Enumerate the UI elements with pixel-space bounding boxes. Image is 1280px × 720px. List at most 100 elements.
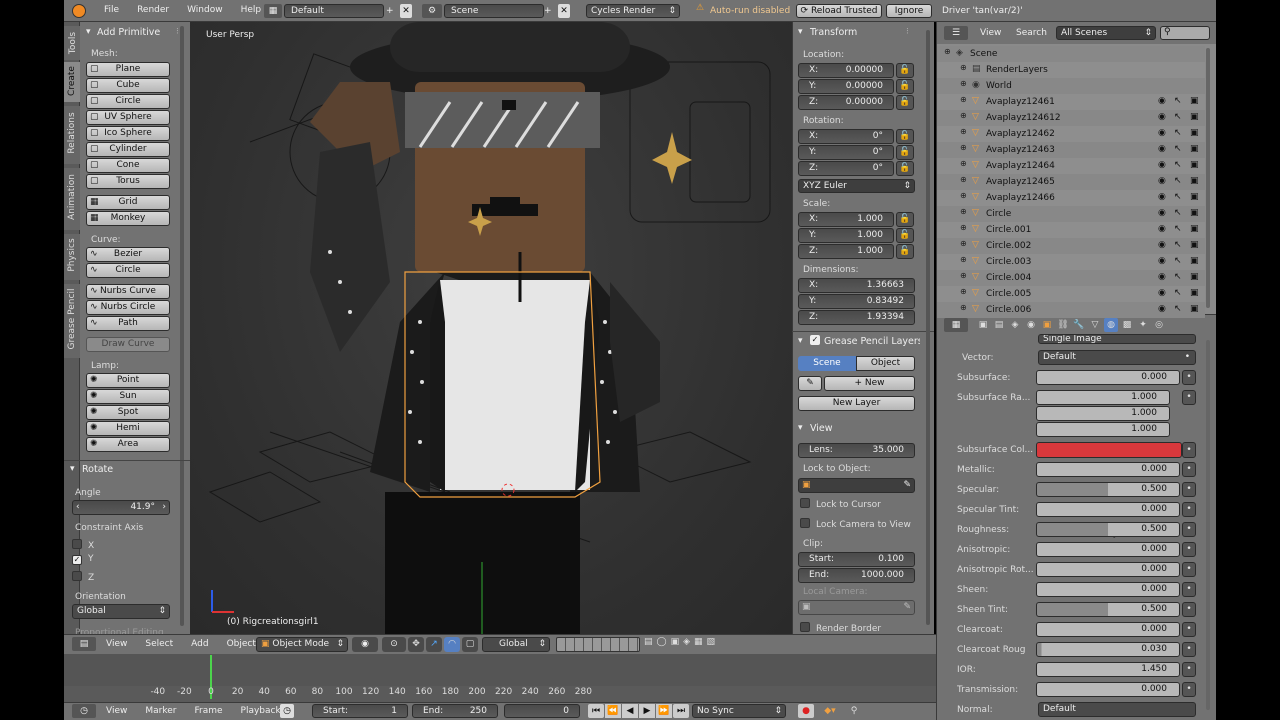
dot-icon[interactable]: • bbox=[1182, 642, 1196, 657]
tab-animation[interactable]: Animation bbox=[64, 168, 80, 230]
visibility-eye-icon[interactable]: ◉ bbox=[1158, 240, 1166, 250]
render-engine-select[interactable]: Cycles Render ⇕ bbox=[586, 4, 680, 18]
render-camera-icon[interactable]: ▣ bbox=[1190, 224, 1199, 234]
clip-start-field[interactable]: Start: 0.100 bbox=[798, 552, 915, 567]
timeline-menu-view[interactable]: View bbox=[106, 706, 127, 716]
outliner-scrollbar[interactable] bbox=[1206, 48, 1210, 308]
specular-slider[interactable]: 0.500 bbox=[1036, 482, 1180, 497]
properties-editor-icon[interactable]: ▦ bbox=[944, 318, 968, 332]
menu-window[interactable]: Window bbox=[187, 5, 223, 19]
screen-layout-field[interactable]: Default bbox=[284, 4, 384, 18]
clearcoat-roug-slider[interactable]: 0.030 bbox=[1036, 642, 1180, 657]
visibility-eye-icon[interactable]: ◉ bbox=[1158, 96, 1166, 106]
render-camera-icon[interactable]: ▣ bbox=[1190, 144, 1199, 154]
add-point-button[interactable]: ✺ Point bbox=[86, 373, 170, 388]
visibility-eye-icon[interactable]: ◉ bbox=[1158, 288, 1166, 298]
local-camera-field[interactable]: ▣ ✎ bbox=[798, 600, 915, 615]
lock-icon[interactable]: 🔓 bbox=[896, 145, 914, 160]
visibility-eye-icon[interactable]: ◉ bbox=[1158, 128, 1166, 138]
outliner-item-name[interactable]: Avaplayz12462 bbox=[986, 128, 1055, 140]
physics-tab-icon[interactable]: ◎ bbox=[1152, 318, 1166, 332]
location-y-field[interactable]: Y: 0.00000 bbox=[798, 79, 894, 94]
manipulator-toggle-icon[interactable]: ✥ bbox=[408, 637, 424, 652]
dot-icon[interactable]: • bbox=[1182, 602, 1196, 617]
angle-right-arrow-icon[interactable]: › bbox=[162, 501, 166, 514]
screen-add-icon[interactable]: + bbox=[386, 4, 398, 18]
render-camera-icon[interactable]: ▣ bbox=[1190, 96, 1199, 106]
select-arrow-icon[interactable]: ↖ bbox=[1174, 160, 1182, 170]
eyedropper-icon[interactable]: ✎ bbox=[903, 480, 911, 490]
select-arrow-icon[interactable]: ↖ bbox=[1174, 144, 1182, 154]
expand-icon[interactable]: ⊕ bbox=[960, 63, 967, 72]
keying-set-icon[interactable]: ◆▾ bbox=[820, 704, 840, 718]
expand-icon[interactable]: ⊕ bbox=[960, 159, 967, 168]
render-camera-icon[interactable]: ▣ bbox=[1190, 128, 1199, 138]
menu-render[interactable]: Render bbox=[137, 5, 169, 19]
add-circle-button[interactable]: ∿ Circle bbox=[86, 263, 170, 278]
play-reverse-icon[interactable]: ◀ bbox=[622, 704, 638, 718]
snap-icon[interactable]: ▣ bbox=[671, 637, 680, 647]
axis-x-checkbox[interactable]: X bbox=[72, 539, 94, 552]
render-camera-icon[interactable]: ▣ bbox=[1190, 192, 1199, 202]
scale-icon[interactable]: ▢ bbox=[462, 637, 478, 652]
play-icon[interactable]: ▶ bbox=[639, 704, 655, 718]
gp-enabled-checkbox[interactable]: ✓ bbox=[810, 335, 820, 345]
viewport-3d[interactable] bbox=[190, 22, 792, 634]
expand-icon[interactable]: ⊕ bbox=[960, 111, 967, 120]
orientation-select[interactable]: Global ⇕ bbox=[72, 604, 170, 619]
render-camera-icon[interactable]: ▣ bbox=[1190, 176, 1199, 186]
jump-end-icon[interactable]: ⏭ bbox=[673, 704, 689, 718]
sheen-tint-slider[interactable]: 0.500 bbox=[1036, 602, 1180, 617]
lock-icon[interactable]: 🔓 bbox=[896, 95, 914, 110]
new-layer-button[interactable]: New Layer bbox=[798, 396, 915, 411]
axis-z-checkbox[interactable]: Z bbox=[72, 571, 94, 584]
add-sun-button[interactable]: ✺ Sun bbox=[86, 389, 170, 404]
modifiers-tab-icon[interactable]: 🔧 bbox=[1072, 318, 1086, 332]
location-x-field[interactable]: X: 0.00000 bbox=[798, 63, 894, 78]
render-border-check[interactable] bbox=[800, 622, 810, 632]
transmission-slider[interactable]: 0.000 bbox=[1036, 682, 1180, 697]
lock-icon[interactable]: 🔓 bbox=[896, 228, 914, 243]
rotate-icon[interactable]: ◠ bbox=[444, 637, 460, 652]
dot-icon[interactable]: • bbox=[1182, 502, 1196, 517]
select-arrow-icon[interactable]: ↖ bbox=[1174, 208, 1182, 218]
outliner-item-name[interactable]: RenderLayers bbox=[986, 64, 1048, 76]
visibility-eye-icon[interactable]: ◉ bbox=[1158, 272, 1166, 282]
subsurface-radius-slider[interactable]: 1.000 bbox=[1036, 406, 1170, 421]
editor-type-icon[interactable]: ▤ bbox=[72, 637, 96, 651]
expand-icon[interactable]: ⊕ bbox=[960, 223, 967, 232]
expand-icon[interactable]: ⊕ bbox=[944, 47, 951, 56]
select-arrow-icon[interactable]: ↖ bbox=[1174, 192, 1182, 202]
lock-cursor-checkbox[interactable]: Lock to Cursor bbox=[800, 498, 881, 511]
lock-icon[interactable]: 🔓 bbox=[896, 161, 914, 176]
data-tab-icon[interactable]: ▽ bbox=[1088, 318, 1102, 332]
scale-z-field[interactable]: Z: 1.000 bbox=[798, 244, 894, 259]
current-frame-field[interactable]: 0 bbox=[504, 704, 580, 718]
rotation-z-field[interactable]: Z: 0° bbox=[798, 161, 894, 176]
dot-icon[interactable]: • bbox=[1182, 662, 1196, 677]
select-arrow-icon[interactable]: ↖ bbox=[1174, 128, 1182, 138]
end-frame-field[interactable]: End: 250 bbox=[412, 704, 498, 718]
outliner-display-select[interactable]: All Scenes ⇕ bbox=[1056, 26, 1156, 40]
prev-keyframe-icon[interactable]: ⏪ bbox=[605, 704, 621, 718]
outliner-item-name[interactable]: Circle.004 bbox=[986, 272, 1031, 284]
gp-brush-icon[interactable]: ✎ bbox=[798, 376, 822, 391]
jump-start-icon[interactable]: ⏮ bbox=[588, 704, 604, 718]
add-cylinder-button[interactable]: ▢ Cylinder bbox=[86, 142, 170, 157]
sheen-slider[interactable]: 0.000 bbox=[1036, 582, 1180, 597]
transform-orientation-select[interactable]: Global ⇕ bbox=[482, 637, 550, 652]
metallic-slider[interactable]: 0.000 bbox=[1036, 462, 1180, 477]
reload-trusted-button[interactable]: ⟳ Reload Trusted bbox=[796, 4, 882, 18]
expand-icon[interactable]: ⊕ bbox=[960, 255, 967, 264]
outliner-item-name[interactable]: World bbox=[986, 80, 1012, 92]
lock-object-field[interactable]: ▣ ✎ bbox=[798, 478, 915, 493]
timeline-menu-playback[interactable]: Playback bbox=[241, 706, 281, 716]
start-frame-field[interactable]: Start: 1 bbox=[312, 704, 408, 718]
visibility-eye-icon[interactable]: ◉ bbox=[1158, 256, 1166, 266]
menu-add[interactable]: Add bbox=[191, 639, 208, 649]
subsurface-radius-slider[interactable]: 1.000 bbox=[1036, 422, 1170, 437]
axis-y-checkbox[interactable]: ✓ Y bbox=[72, 554, 94, 565]
outliner-item-name[interactable]: Avaplayz12466 bbox=[986, 192, 1055, 204]
preview-range-icon[interactable]: ◷ bbox=[280, 704, 294, 718]
add-area-button[interactable]: ✺ Area bbox=[86, 437, 170, 452]
